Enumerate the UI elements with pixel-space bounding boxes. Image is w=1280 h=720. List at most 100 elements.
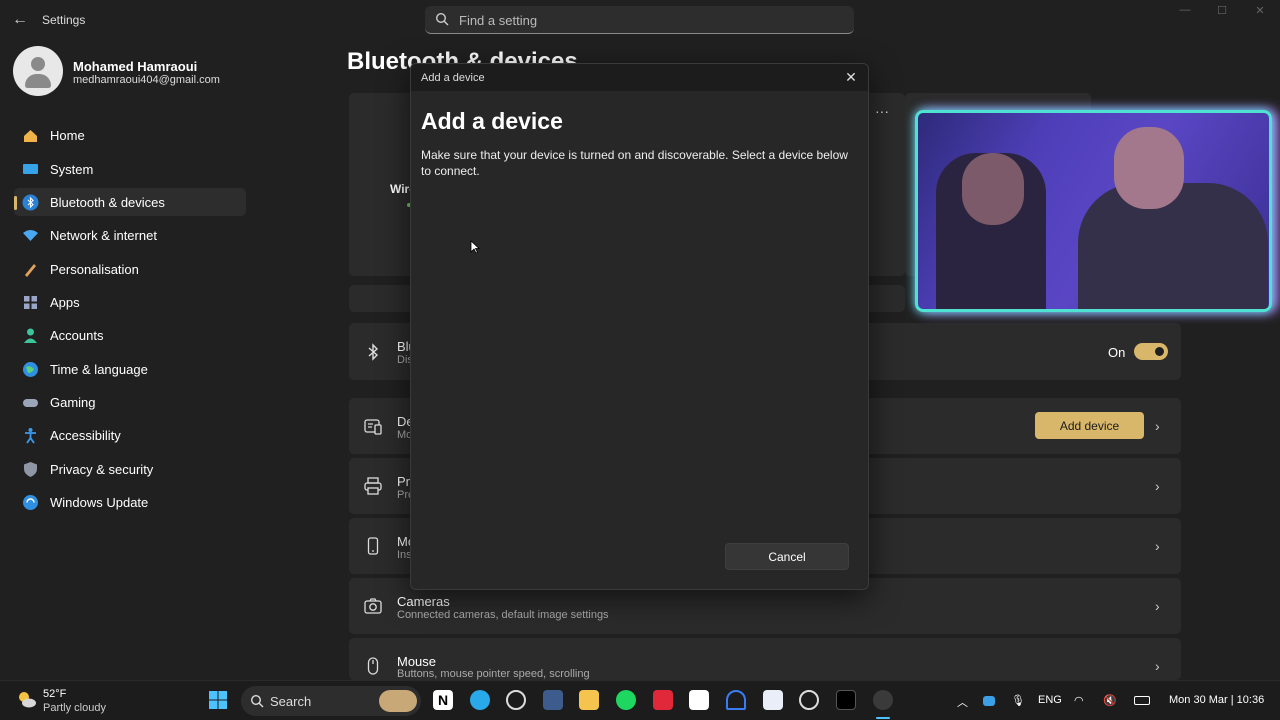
sidebar-item-privacy-security[interactable]: Privacy & security — [14, 455, 246, 483]
bluetooth-icon — [22, 194, 39, 211]
webcam-person-right-head — [1114, 127, 1184, 209]
sidebar-item-system[interactable]: System — [14, 155, 246, 183]
sidebar-item-label: Time & language — [50, 362, 148, 377]
back-arrow-icon[interactable]: ← — [10, 10, 30, 30]
sidebar-item-gaming[interactable]: Gaming — [14, 388, 246, 416]
camera-icon — [364, 598, 382, 614]
wps-office-icon[interactable] — [653, 690, 673, 710]
webcam-person-right — [1078, 183, 1268, 309]
sidebar-item-windows-update[interactable]: Windows Update — [14, 488, 246, 516]
sidebar-item-label: Bluetooth & devices — [50, 195, 165, 210]
search-highlight-icon — [379, 690, 417, 712]
chevron-right-icon: › — [1155, 658, 1160, 674]
sidebar-item-home[interactable]: Home — [14, 121, 246, 149]
profile-email: medhamraoui404@gmail.com — [73, 74, 220, 86]
spotify-icon[interactable] — [616, 690, 636, 710]
chevron-up-icon[interactable]: ︿ — [957, 694, 968, 710]
dialog-description: Make sure that your device is turned on … — [421, 148, 848, 178]
profile-name: Mohamed Hamraoui — [73, 59, 198, 74]
maximize-icon[interactable]: ☐ — [1207, 4, 1237, 22]
mouse-icon — [367, 657, 379, 675]
find-setting-input[interactable] — [459, 10, 839, 30]
sidebar-item-accounts[interactable]: Accounts — [14, 321, 246, 349]
minimize-icon[interactable]: — — [1170, 4, 1200, 22]
settings-gear-icon[interactable] — [873, 690, 893, 710]
notion-icon[interactable]: N — [433, 690, 453, 710]
dialog-heading: Add a device — [421, 108, 563, 134]
find-setting-search[interactable] — [425, 6, 854, 34]
dialog-window-title: Add a device — [421, 72, 485, 84]
search-icon — [435, 12, 449, 26]
sidebar-item-label: Personalisation — [50, 262, 139, 277]
more-options-icon[interactable]: ··· — [875, 103, 889, 119]
sidebar-item-label: Network & internet — [50, 228, 157, 243]
sidebar-item-time-language[interactable]: Time & language — [14, 355, 246, 383]
sidebar-item-label: Gaming — [50, 395, 96, 410]
cancel-button[interactable]: Cancel — [725, 543, 849, 570]
partly-cloudy-icon[interactable] — [16, 689, 38, 711]
active-app-indicator — [876, 717, 890, 719]
accessibility-icon — [25, 428, 36, 444]
webcam-person-left-head — [962, 153, 1024, 225]
capcut-icon[interactable] — [689, 690, 709, 710]
weather-temp[interactable]: 52°F — [43, 688, 66, 700]
app-icon[interactable] — [763, 690, 783, 710]
sidebar-item-apps[interactable]: Apps — [14, 288, 246, 316]
webcam-overlay — [915, 110, 1272, 312]
printer-icon — [364, 477, 382, 495]
sidebar-item-label: Accounts — [50, 328, 104, 343]
file-explorer-icon[interactable] — [579, 690, 599, 710]
clock[interactable]: Mon 30 Mar | 10:36 — [1169, 694, 1264, 706]
chevron-right-icon: › — [1155, 538, 1160, 554]
taskbar-search[interactable]: Search — [241, 686, 421, 716]
sidebar-item-label: Windows Update — [50, 495, 149, 510]
chatgpt-icon[interactable] — [799, 690, 819, 710]
apps-icon — [24, 296, 37, 309]
mouse-cursor-icon — [470, 240, 480, 254]
windows-start-icon[interactable] — [208, 690, 228, 710]
sidebar-item-network-internet[interactable]: Network & internet — [14, 221, 246, 249]
globe-clock-icon — [23, 362, 38, 377]
mouse-title: Mouse — [397, 654, 437, 669]
rog-icon[interactable] — [836, 690, 856, 710]
close-icon[interactable]: ✕ — [844, 70, 858, 84]
home-icon — [24, 130, 37, 142]
battery-icon[interactable] — [1134, 696, 1150, 705]
sidebar-item-accessibility[interactable]: Accessibility — [14, 421, 246, 449]
sidebar-item-label: Home — [50, 128, 85, 143]
shield-icon — [24, 462, 37, 477]
cameras-title: Cameras — [397, 594, 450, 609]
microphone-icon[interactable]: 🎙 — [1011, 694, 1025, 707]
wifi-icon — [23, 230, 38, 241]
wifi-icon[interactable]: ◠ — [1074, 694, 1084, 707]
close-window-icon[interactable]: ✕ — [1245, 4, 1275, 22]
keyboard-devices-icon — [364, 419, 382, 435]
arc-browser-icon[interactable] — [726, 690, 746, 710]
avatar[interactable] — [13, 46, 63, 96]
update-icon — [23, 495, 38, 510]
telegram-icon[interactable] — [470, 690, 490, 710]
davinci-icon[interactable] — [543, 690, 563, 710]
chevron-right-icon: › — [1155, 598, 1160, 614]
mouse-subtitle: Buttons, mouse pointer speed, scrolling — [397, 668, 590, 680]
dialog-title-bar: Add a device ✕ — [411, 64, 868, 91]
language-indicator[interactable]: ENG — [1038, 694, 1062, 706]
obs-icon[interactable] — [506, 690, 526, 710]
bluetooth-icon — [368, 343, 379, 361]
sidebar-item-label: System — [50, 162, 94, 177]
bluetooth-toggle[interactable] — [1134, 343, 1168, 360]
mouse-row[interactable]: Mouse Buttons, mouse pointer speed, scro… — [349, 638, 1181, 680]
app-title: Settings — [42, 13, 86, 27]
sidebar-item-personalisation[interactable]: Personalisation — [14, 255, 246, 283]
sidebar-item-label: Accessibility — [50, 428, 121, 443]
sidebar-item-bluetooth-devices[interactable]: Bluetooth & devices — [14, 188, 246, 216]
onedrive-icon[interactable] — [983, 696, 995, 706]
gamepad-icon — [23, 399, 38, 407]
weather-desc[interactable]: Partly cloudy — [43, 702, 106, 714]
chevron-right-icon: › — [1155, 418, 1160, 434]
sidebar-item-label: Privacy & security — [50, 462, 154, 477]
taskbar: 52°F Partly cloudy Search N ︿ 🎙 ENG ◠ 🔇 … — [0, 680, 1280, 720]
add-device-button[interactable]: Add device — [1035, 412, 1144, 439]
sidebar-item-label: Apps — [50, 295, 80, 310]
speaker-muted-icon[interactable]: 🔇 — [1103, 694, 1117, 707]
